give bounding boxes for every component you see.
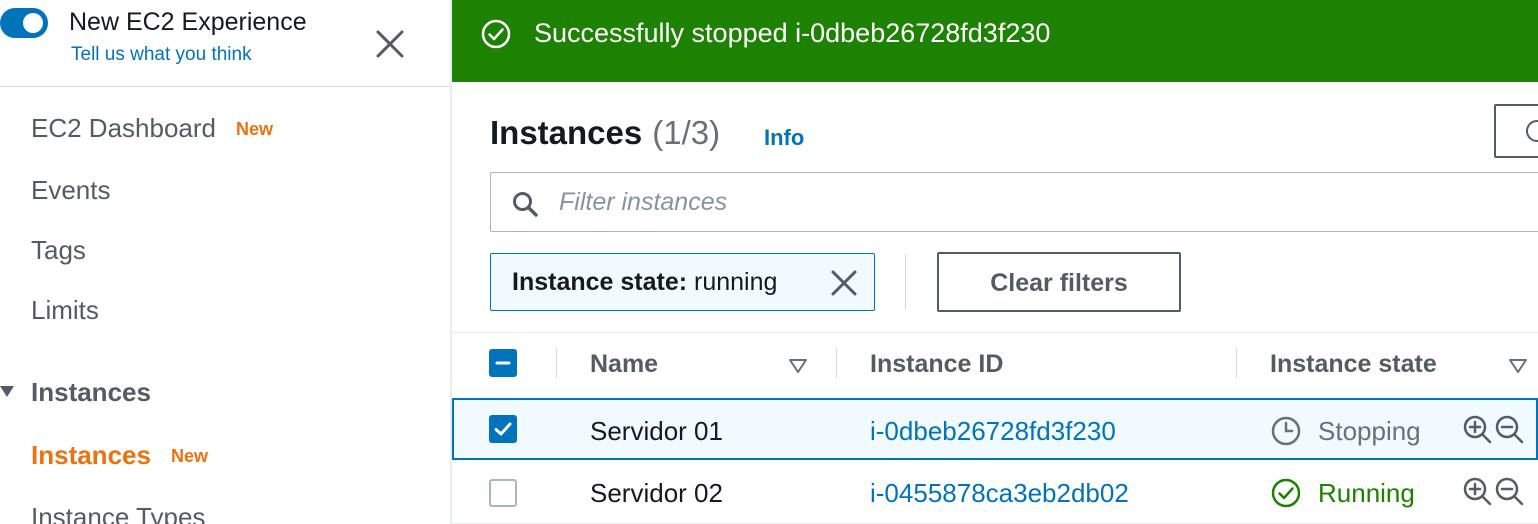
filter-separator [905,254,906,310]
instances-panel: Instances(1/3) Info Instance state: runn… [452,82,1538,524]
success-check-icon [480,18,512,55]
filter-token-value: running [694,268,778,296]
sidebar-item-tags[interactable]: Tags [31,235,86,266]
new-experience-title: New EC2 Experience [69,8,307,36]
column-separator [1236,348,1237,378]
instance-state: Running [1318,478,1415,508]
running-check-icon [1270,477,1302,514]
filter-token-text: Instance state: running [512,268,777,297]
toggle-knob [23,13,43,33]
sidebar: New EC2 Experience Tell us what you thin… [0,0,450,524]
new-badge: New [236,119,274,139]
table-row[interactable]: Servidor 01 i-0dbeb26728fd3f230 Stopping [452,398,1538,460]
row-checkbox[interactable] [489,415,517,443]
table-top-border [452,332,1538,333]
search-icon [511,190,539,223]
table-row[interactable]: Servidor 02 i-0455878ca3eb2db02 Running [452,462,1538,524]
filter-token: Instance state: running [490,253,875,311]
sidebar-item-label: EC2 Dashboard [31,113,216,143]
sidebar-item-label: Instances [31,440,151,470]
info-link[interactable]: Info [764,125,804,151]
flash-message: Successfully stopped i-0dbeb26728fd3f230 [534,18,1051,48]
instance-id-link[interactable]: i-0455878ca3eb2db02 [870,478,1129,509]
sidebar-item-ec2-dashboard[interactable]: EC2 Dashboard New [31,113,273,144]
select-all-checkbox[interactable] [489,349,517,377]
column-separator [836,348,837,378]
new-badge: New [170,446,208,466]
instance-name: Servidor 01 [590,416,723,446]
close-icon[interactable] [372,26,408,62]
zoom-in-icon[interactable] [1462,414,1494,451]
filter-search-box [490,172,1538,232]
success-flash-banner: Successfully stopped i-0dbeb26728fd3f230 [452,0,1538,82]
column-header-name[interactable]: Name [590,350,658,379]
row-checkbox[interactable] [489,479,517,507]
sidebar-divider [0,86,450,87]
column-header-instance-id[interactable]: Instance ID [870,350,1003,379]
sidebar-section-label: Instances [31,377,151,407]
clock-icon [1270,415,1302,452]
page-title: Instances (1/3) [490,114,720,152]
caret-down-icon [0,386,14,397]
zoom-out-icon[interactable] [1494,414,1526,451]
instance-state: Stopping [1318,416,1421,446]
filter-instances-input[interactable] [557,181,1457,223]
column-header-instance-state[interactable]: Instance state [1270,350,1437,379]
new-experience-toggle[interactable] [0,8,48,38]
sort-triangle-icon[interactable] [1508,358,1528,379]
instance-name: Servidor 02 [590,478,723,508]
sidebar-item-instance-types[interactable]: Instance Types [31,502,205,524]
zoom-in-icon[interactable] [1462,476,1494,513]
sidebar-item-events[interactable]: Events [31,175,111,206]
selection-count: (1/3) [652,114,721,151]
refresh-icon [1526,120,1538,142]
sidebar-item-limits[interactable]: Limits [31,295,99,326]
refresh-button[interactable] [1494,104,1538,158]
zoom-out-icon[interactable] [1494,476,1526,513]
remove-filter-icon[interactable] [829,268,859,303]
feedback-link[interactable]: Tell us what you think [71,44,252,66]
clear-filters-button[interactable]: Clear filters [937,252,1181,312]
sort-triangle-icon[interactable] [788,358,808,379]
column-separator [556,348,557,378]
instance-id-link[interactable]: i-0dbeb26728fd3f230 [870,416,1116,447]
filter-token-key: Instance state: [512,268,688,296]
sidebar-item-instances[interactable]: Instances New [31,440,208,471]
page-title-text: Instances [490,114,643,151]
sidebar-section-instances[interactable]: Instances [0,377,151,408]
